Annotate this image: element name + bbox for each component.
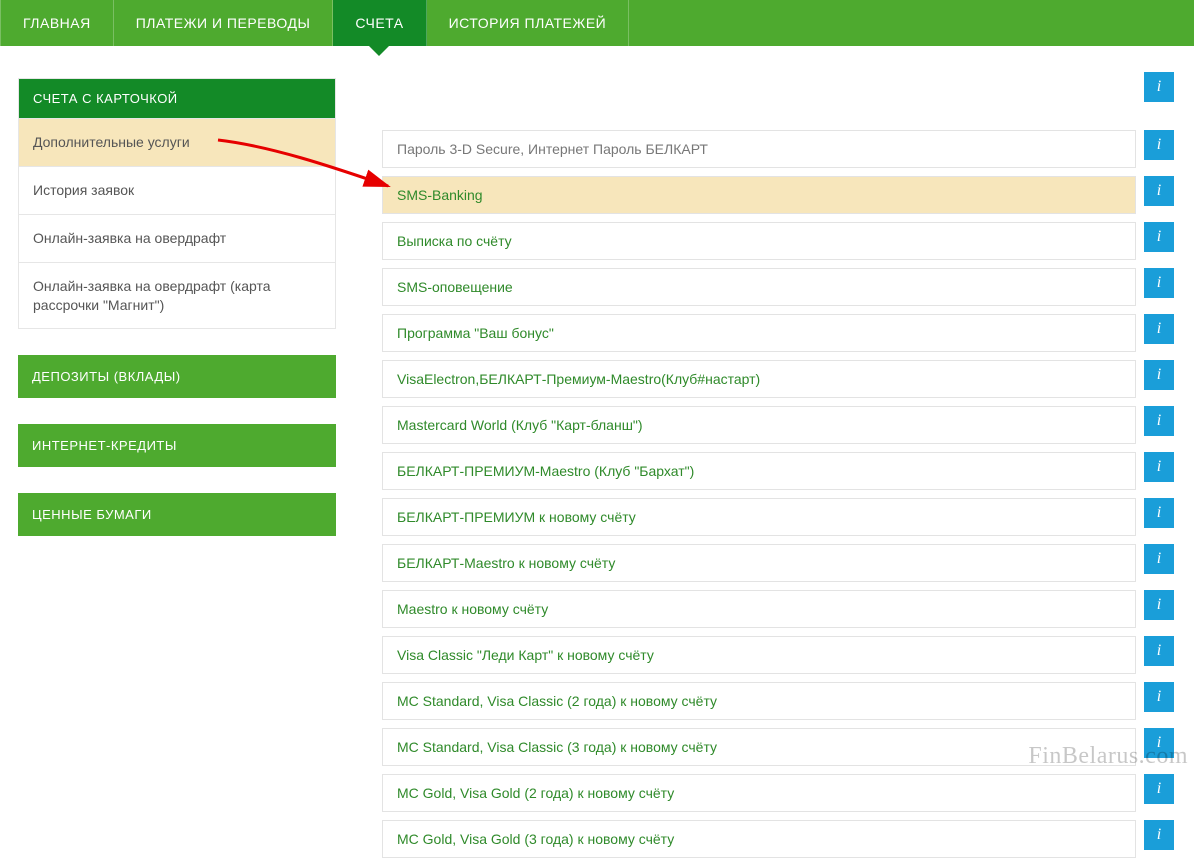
sidebar-item-additional-services[interactable]: Дополнительные услуги: [19, 118, 335, 166]
service-link-mc-std-3y[interactable]: MC Standard, Visa Classic (3 года) к нов…: [382, 728, 1136, 766]
list-item: БЕЛКАРТ-Maestro к новому счёту i: [382, 544, 1174, 582]
list-item: Выписка по счёту i: [382, 222, 1174, 260]
list-item: MC Standard, Visa Classic (2 года) к нов…: [382, 682, 1174, 720]
list-item: Visa Classic "Леди Карт" к новому счёту …: [382, 636, 1174, 674]
info-icon[interactable]: i: [1144, 130, 1174, 160]
nav-tab-main[interactable]: ГЛАВНАЯ: [0, 0, 114, 46]
list-item: БЕЛКАРТ-ПРЕМИУМ к новому счёту i: [382, 498, 1174, 536]
list-item: Maestro к новому счёту i: [382, 590, 1174, 628]
info-icon[interactable]: i: [1144, 72, 1174, 102]
service-link-statement[interactable]: Выписка по счёту: [382, 222, 1136, 260]
sidebar: СЧЕТА С КАРТОЧКОЙ Дополнительные услуги …: [18, 78, 336, 866]
list-item: Пароль 3-D Secure, Интернет Пароль БЕЛКА…: [382, 130, 1174, 168]
list-item: MC Gold, Visa Gold (2 года) к новому счё…: [382, 774, 1174, 812]
sidebar-cards-header[interactable]: СЧЕТА С КАРТОЧКОЙ: [19, 79, 335, 118]
service-link-belkart-maestro-new[interactable]: БЕЛКАРТ-Maestro к новому счёту: [382, 544, 1136, 582]
info-icon[interactable]: i: [1144, 406, 1174, 436]
content-area: СЧЕТА С КАРТОЧКОЙ Дополнительные услуги …: [0, 46, 1194, 866]
info-icon[interactable]: i: [1144, 774, 1174, 804]
sidebar-section-deposits[interactable]: ДЕПОЗИТЫ (ВКЛАДЫ): [18, 355, 336, 398]
info-icon[interactable]: i: [1144, 636, 1174, 666]
service-link-mc-gold-2y[interactable]: MC Gold, Visa Gold (2 года) к новому счё…: [382, 774, 1136, 812]
list-item: SMS-Banking i: [382, 176, 1174, 214]
service-link-bonus[interactable]: Программа "Ваш бонус": [382, 314, 1136, 352]
info-icon[interactable]: i: [1144, 452, 1174, 482]
list-item: MC Gold, Visa Gold (3 года) к новому счё…: [382, 820, 1174, 858]
sidebar-cards-block: СЧЕТА С КАРТОЧКОЙ Дополнительные услуги …: [18, 78, 336, 329]
sidebar-item-overdraft[interactable]: Онлайн-заявка на овердрафт: [19, 214, 335, 262]
service-link-sms-banking[interactable]: SMS-Banking: [382, 176, 1136, 214]
service-link-visa-electron[interactable]: VisaElectron,БЕЛКАРТ-Премиум-Maestro(Клу…: [382, 360, 1136, 398]
nav-tab-payments[interactable]: ПЛАТЕЖИ И ПЕРЕВОДЫ: [114, 0, 334, 46]
nav-tab-history[interactable]: ИСТОРИЯ ПЛАТЕЖЕЙ: [427, 0, 630, 46]
info-icon[interactable]: i: [1144, 268, 1174, 298]
list-item: Программа "Ваш бонус" i: [382, 314, 1174, 352]
info-icon[interactable]: i: [1144, 360, 1174, 390]
sidebar-item-order-history[interactable]: История заявок: [19, 166, 335, 214]
top-nav: ГЛАВНАЯ ПЛАТЕЖИ И ПЕРЕВОДЫ СЧЕТА ИСТОРИЯ…: [0, 0, 1194, 46]
info-icon[interactable]: i: [1144, 682, 1174, 712]
info-icon[interactable]: i: [1144, 176, 1174, 206]
sidebar-section-securities[interactable]: ЦЕННЫЕ БУМАГИ: [18, 493, 336, 536]
service-link-sms-alert[interactable]: SMS-оповещение: [382, 268, 1136, 306]
list-item: VisaElectron,БЕЛКАРТ-Премиум-Maestro(Клу…: [382, 360, 1174, 398]
info-icon[interactable]: i: [1144, 498, 1174, 528]
service-link-visa-ladycard[interactable]: Visa Classic "Леди Карт" к новому счёту: [382, 636, 1136, 674]
sidebar-item-overdraft-magnit[interactable]: Онлайн-заявка на овердрафт (карта рассро…: [19, 262, 335, 329]
service-link-mc-world[interactable]: Mastercard World (Клуб "Карт-бланш"): [382, 406, 1136, 444]
info-icon[interactable]: i: [1144, 314, 1174, 344]
service-link-3dsecure[interactable]: Пароль 3-D Secure, Интернет Пароль БЕЛКА…: [382, 130, 1136, 168]
watermark: FinBelarus.com: [1028, 743, 1188, 770]
info-icon[interactable]: i: [1144, 820, 1174, 850]
list-item: Mastercard World (Клуб "Карт-бланш") i: [382, 406, 1174, 444]
info-icon[interactable]: i: [1144, 222, 1174, 252]
list-item: SMS-оповещение i: [382, 268, 1174, 306]
service-link-belkart-barhat[interactable]: БЕЛКАРТ-ПРЕМИУМ-Maestro (Клуб "Бархат"): [382, 452, 1136, 490]
nav-tab-accounts[interactable]: СЧЕТА: [333, 0, 426, 46]
info-icon[interactable]: i: [1144, 590, 1174, 620]
service-link-belkart-premium-new[interactable]: БЕЛКАРТ-ПРЕМИУМ к новому счёту: [382, 498, 1136, 536]
service-link-maestro-new[interactable]: Maestro к новому счёту: [382, 590, 1136, 628]
service-link-mc-gold-3y[interactable]: MC Gold, Visa Gold (3 года) к новому счё…: [382, 820, 1136, 858]
sidebar-section-credits[interactable]: ИНТЕРНЕТ-КРЕДИТЫ: [18, 424, 336, 467]
info-icon[interactable]: i: [1144, 544, 1174, 574]
service-link-mc-std-2y[interactable]: MC Standard, Visa Classic (2 года) к нов…: [382, 682, 1136, 720]
list-item: БЕЛКАРТ-ПРЕМИУМ-Maestro (Клуб "Бархат") …: [382, 452, 1174, 490]
main-header-row: i: [382, 72, 1174, 102]
